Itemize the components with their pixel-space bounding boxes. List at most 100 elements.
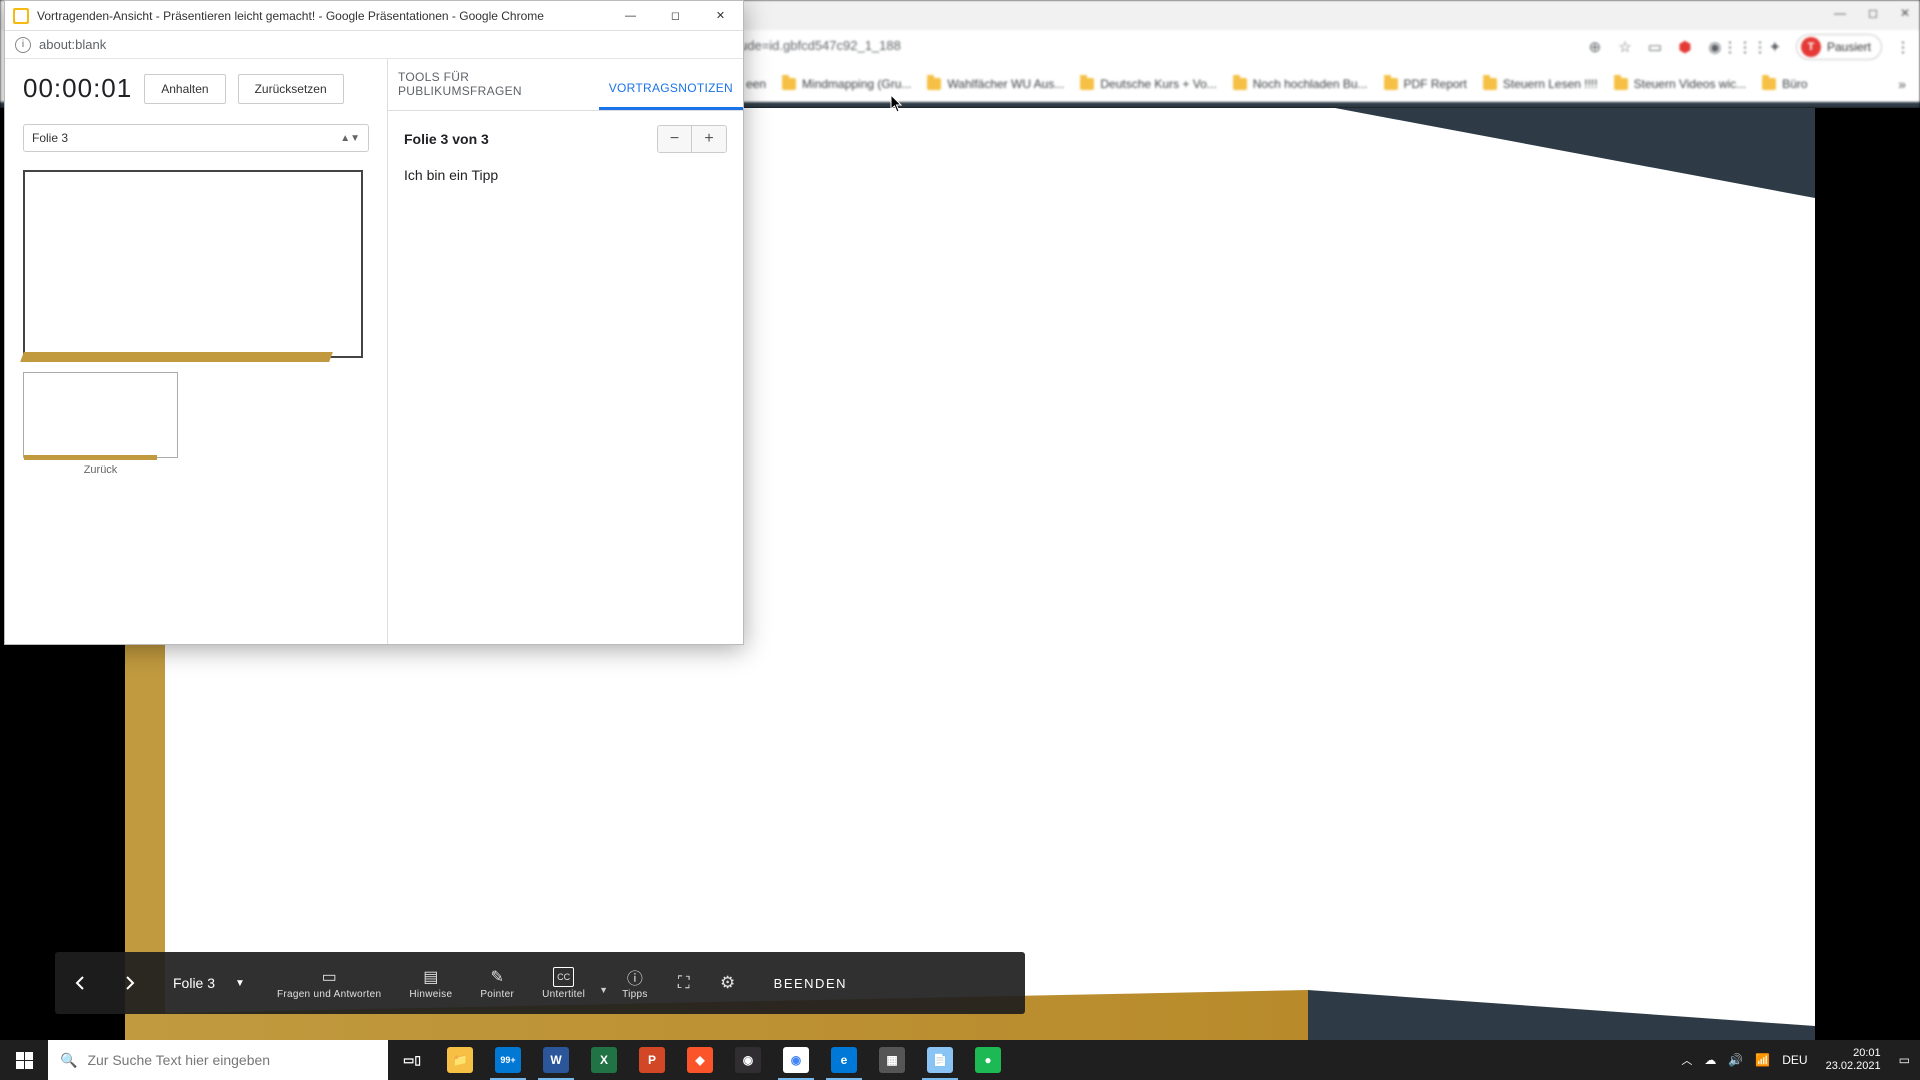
previous-slide-label: Zurück: [84, 464, 118, 476]
bookmark-item[interactable]: Deutsche Kurs + Vo...: [1074, 73, 1222, 95]
adblock-icon[interactable]: ⬢: [1676, 38, 1694, 56]
mail-app[interactable]: 99+: [484, 1040, 532, 1080]
previous-slide-thumbnail[interactable]: [23, 372, 178, 458]
slide-selector-label: Folie 3: [173, 975, 215, 991]
popup-url: about:blank: [39, 37, 106, 52]
excel-app[interactable]: X: [580, 1040, 628, 1080]
tray-time: 20:01: [1853, 1047, 1881, 1060]
notes-button[interactable]: ▤ Hinweise: [395, 952, 466, 1014]
globe-icon[interactable]: ◉: [1706, 38, 1724, 56]
slide-dropdown[interactable]: Folie 3 ▲▼: [23, 124, 369, 152]
brave-app[interactable]: ◆: [676, 1040, 724, 1080]
avatar: T: [1801, 37, 1821, 57]
start-button[interactable]: [0, 1040, 48, 1080]
generic-app-1[interactable]: ▦: [868, 1040, 916, 1080]
presenter-toolbar: Folie 3 ▼ ▭ Fragen und Antworten ▤ Hinwe…: [55, 952, 1025, 1014]
word-app[interactable]: W: [532, 1040, 580, 1080]
taskbar-search[interactable]: 🔍 Zur Suche Text hier eingeben: [48, 1040, 388, 1080]
bg-maximize-icon[interactable]: ◻: [1868, 6, 1878, 20]
site-info-icon[interactable]: i: [15, 37, 31, 53]
popup-close-button[interactable]: ✕: [698, 1, 743, 31]
folder-icon: [782, 78, 796, 90]
notes-slide-indicator: Folie 3 von 3: [404, 131, 489, 147]
windows-logo-icon: [16, 1052, 33, 1069]
star-icon[interactable]: ☆: [1616, 38, 1634, 56]
bookmark-item[interactable]: Noch hochladen Bu...: [1227, 73, 1374, 95]
obs-app[interactable]: ◉: [724, 1040, 772, 1080]
notepad-app[interactable]: 📄: [916, 1040, 964, 1080]
slide-dropdown-label: Folie 3: [32, 131, 68, 145]
bookmark-item[interactable]: Wahlfächer WU Aus...: [921, 73, 1070, 95]
system-tray: ︿ ☁ 🔊 📶 DEU 20:01 23.02.2021 ▭: [1671, 1047, 1920, 1073]
search-icon: 🔍: [60, 1052, 77, 1069]
zoom-icon[interactable]: ⊕: [1586, 38, 1604, 56]
tray-volume-icon[interactable]: 🔊: [1728, 1053, 1743, 1067]
popup-right-panel: TOOLS FÜR PUBLIKUMSFRAGEN VORTRAGSNOTIZE…: [388, 59, 743, 644]
bg-minimize-icon[interactable]: —: [1834, 6, 1846, 20]
captions-button[interactable]: CC Untertitel: [528, 952, 599, 1014]
popup-titlebar[interactable]: Vortragenden-Ansicht - Präsentieren leic…: [5, 1, 743, 31]
prev-slide-button[interactable]: [55, 952, 105, 1014]
pointer-button[interactable]: ✎ Pointer: [466, 952, 528, 1014]
bookmark-item[interactable]: een: [740, 73, 772, 95]
tab-audience-tools[interactable]: TOOLS FÜR PUBLIKUMSFRAGEN: [388, 58, 599, 110]
notes-zoom-controls: − +: [657, 125, 727, 153]
tray-sync-icon[interactable]: ☁: [1704, 1053, 1716, 1067]
fullscreen-button[interactable]: ⛶: [662, 973, 706, 993]
profile-paused-chip[interactable]: T Pausiert: [1796, 34, 1882, 60]
reset-timer-button[interactable]: Zurücksetzen: [238, 74, 344, 104]
chrome-app[interactable]: ◉: [772, 1040, 820, 1080]
next-slide-button[interactable]: [105, 952, 155, 1014]
apps-icon[interactable]: ⋮⋮⋮: [1736, 38, 1754, 56]
slide-selector[interactable]: Folie 3 ▼: [155, 975, 263, 991]
pause-timer-button[interactable]: Anhalten: [144, 74, 225, 104]
file-explorer-app[interactable]: 📁: [436, 1040, 484, 1080]
bookmark-item[interactable]: Büro: [1756, 73, 1813, 95]
captions-chevron-icon[interactable]: ▼: [599, 971, 608, 995]
folder-icon: [1483, 78, 1497, 90]
end-presentation-button[interactable]: BEENDEN: [750, 976, 871, 991]
edge-app[interactable]: e: [820, 1040, 868, 1080]
settings-button[interactable]: ⚙: [706, 973, 750, 993]
bookmarks-overflow-icon[interactable]: »: [1898, 76, 1912, 92]
tray-language[interactable]: DEU: [1782, 1053, 1807, 1067]
notes-zoom-in-button[interactable]: +: [692, 126, 726, 152]
bookmark-item[interactable]: Steuern Videos wic...: [1608, 73, 1753, 95]
bookmark-item[interactable]: Steuern Lesen !!!!: [1477, 73, 1604, 95]
spotify-app[interactable]: ●: [964, 1040, 1012, 1080]
folder-icon: [1233, 78, 1247, 90]
task-view-button[interactable]: ▭▯: [388, 1040, 436, 1080]
popup-title-text: Vortragenden-Ansicht - Präsentieren leic…: [37, 9, 608, 23]
bookmark-item[interactable]: PDF Report: [1378, 73, 1473, 95]
chevron-updown-icon: ▲▼: [340, 133, 360, 144]
chrome-menu-icon[interactable]: ⋮: [1894, 38, 1912, 56]
tray-overflow-icon[interactable]: ︿: [1681, 1052, 1692, 1068]
info-icon: ⓘ: [627, 967, 643, 987]
popup-address-bar[interactable]: i about:blank: [5, 31, 743, 59]
search-placeholder: Zur Suche Text hier eingeben: [87, 1052, 270, 1068]
folder-icon: [927, 78, 941, 90]
slides-favicon: [13, 8, 29, 24]
tray-clock[interactable]: 20:01 23.02.2021: [1820, 1047, 1887, 1073]
presentation-letterbox-right: [1815, 108, 1920, 1050]
qa-button[interactable]: ▭ Fragen und Antworten: [263, 952, 395, 1014]
folder-icon: [1080, 78, 1094, 90]
chat-icon: ▭: [322, 967, 337, 987]
folder-icon: [1762, 78, 1776, 90]
tray-wifi-icon[interactable]: 📶: [1755, 1053, 1770, 1067]
powerpoint-app[interactable]: P: [628, 1040, 676, 1080]
extensions-icon[interactable]: ✦: [1766, 38, 1784, 56]
reading-icon[interactable]: ▭: [1646, 38, 1664, 56]
folder-icon: [1384, 78, 1398, 90]
tray-date: 23.02.2021: [1826, 1060, 1881, 1073]
popup-minimize-button[interactable]: —: [608, 1, 653, 31]
tab-speaker-notes[interactable]: VORTRAGSNOTIZEN: [599, 69, 743, 110]
bookmark-item[interactable]: Mindmapping (Gru...: [776, 73, 917, 95]
pointer-icon: ✎: [491, 967, 504, 987]
tips-button[interactable]: ⓘ Tipps: [608, 952, 662, 1014]
popup-maximize-button[interactable]: ◻: [653, 1, 698, 31]
bg-close-icon[interactable]: ✕: [1900, 6, 1910, 20]
notes-zoom-out-button[interactable]: −: [658, 126, 692, 152]
action-center-icon[interactable]: ▭: [1899, 1053, 1910, 1067]
current-slide-thumbnail[interactable]: [23, 170, 363, 358]
